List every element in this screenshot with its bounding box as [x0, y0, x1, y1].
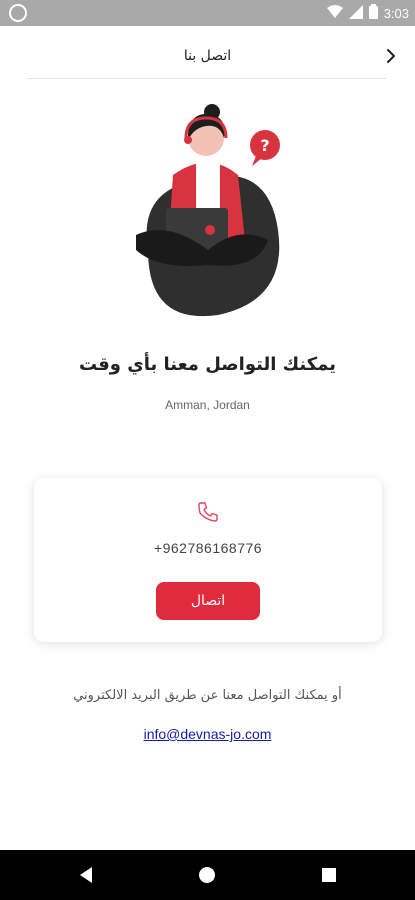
phone-number: +962786168776	[153, 540, 263, 556]
nav-back-button[interactable]	[76, 864, 98, 886]
support-illustration: ?	[128, 100, 288, 320]
navigation-bar	[0, 850, 415, 900]
nav-home-button[interactable]	[196, 864, 218, 886]
location-text: Amman, Jordan	[165, 398, 250, 412]
status-bar: 3:03	[0, 0, 415, 26]
svg-text:?: ?	[260, 136, 269, 155]
signal-icon	[348, 4, 363, 22]
nav-recents-button[interactable]	[318, 864, 340, 886]
header-divider	[28, 78, 387, 79]
status-icons: 3:03	[326, 4, 409, 22]
status-time: 3:03	[383, 5, 409, 21]
contact-headline: يمكنك التواصل معنا بأي وقت	[78, 354, 337, 375]
contact-card: +962786168776 اتصال	[34, 478, 382, 642]
back-button[interactable]	[381, 46, 401, 66]
square-recents-icon	[322, 868, 336, 882]
battery-icon	[368, 4, 378, 22]
triangle-back-icon	[80, 867, 92, 883]
app-logo-icon	[8, 3, 28, 27]
circle-home-icon	[199, 867, 215, 883]
page-title: اتصل بنا	[183, 48, 232, 64]
email-link[interactable]: info@devnas-jo.com	[0, 726, 415, 742]
wifi-icon	[326, 4, 343, 22]
phone-icon	[196, 500, 220, 524]
chevron-right-icon	[387, 49, 395, 63]
call-button[interactable]: اتصال	[156, 582, 260, 620]
email-prompt: أو يمكنك التواصل معنا عن طريق البريد الا…	[73, 688, 342, 703]
header: اتصل بنا	[0, 26, 415, 82]
